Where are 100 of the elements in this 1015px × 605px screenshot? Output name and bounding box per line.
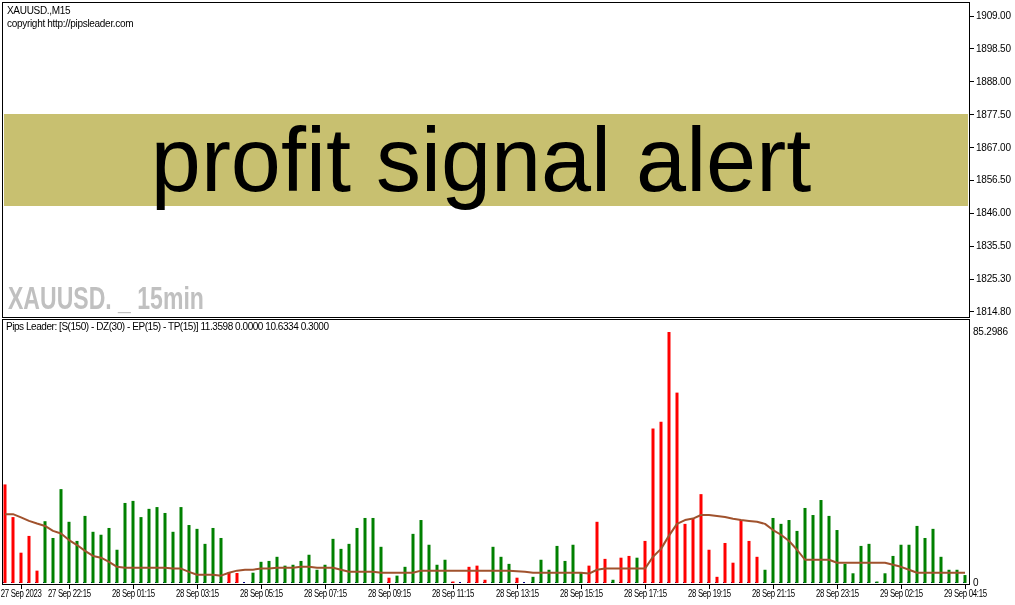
histogram-bar [195, 528, 199, 583]
histogram-bar [923, 538, 927, 583]
time-label: 28 Sep 23:15 [815, 588, 859, 600]
histogram-bar [403, 566, 407, 583]
histogram-bar [51, 538, 55, 583]
histogram-bar [323, 564, 327, 583]
histogram-bar [347, 543, 351, 583]
histogram-bar [171, 531, 175, 583]
histogram-bar [619, 557, 623, 583]
histogram-bar [99, 534, 103, 583]
histogram-bar [11, 517, 15, 583]
histogram-bar [899, 544, 903, 583]
histogram-bar [395, 575, 399, 583]
axis-value: 85.2986 [973, 327, 1008, 337]
histogram-bar [691, 518, 695, 583]
histogram-bar [27, 535, 31, 583]
histogram-bar [363, 517, 367, 583]
histogram-bar [715, 576, 719, 583]
histogram-bar [915, 525, 919, 583]
histogram-bar [683, 523, 687, 583]
histogram-bar [379, 546, 383, 583]
histogram-bar [531, 576, 535, 583]
histogram-bar [931, 528, 935, 583]
histogram-bar [507, 563, 511, 583]
histogram-bar [763, 569, 767, 583]
time-label: 28 Sep 05:15 [239, 588, 283, 600]
histogram-bar [539, 559, 543, 583]
histogram-bar [947, 569, 951, 583]
histogram-bar [107, 527, 111, 583]
histogram-bar [67, 521, 71, 583]
chart-caption: XAUUSD. _ 15min [8, 282, 204, 314]
histogram-bar [251, 572, 255, 583]
histogram-bar [211, 527, 215, 583]
time-label: 27 Sep 22:15 [47, 588, 91, 600]
time-label: 28 Sep 13:15 [495, 588, 539, 600]
histogram-bar [299, 560, 303, 583]
histogram-bar [219, 538, 223, 583]
histogram-bar [779, 523, 783, 583]
histogram-bar [115, 549, 119, 583]
histogram-bar [723, 543, 727, 583]
time-label: 28 Sep 07:15 [303, 588, 347, 600]
histogram-bar [883, 573, 887, 583]
banner-text: profit signal alert [150, 110, 812, 211]
histogram-bar [827, 515, 831, 583]
histogram-bar [643, 540, 647, 583]
histogram-bar [755, 556, 759, 583]
histogram-bar [35, 570, 39, 583]
histogram-bar [267, 560, 271, 583]
histogram-bar [19, 552, 23, 583]
histogram-bar [515, 577, 519, 583]
histogram-bar [707, 549, 711, 583]
chart-symbol: XAUUSD.,M15 [7, 4, 71, 17]
time-label: 28 Sep 19:15 [687, 588, 731, 600]
time-label: 28 Sep 03:15 [175, 588, 219, 600]
histogram-bar [547, 569, 551, 583]
histogram-bar [859, 545, 863, 583]
histogram-bar [491, 546, 495, 583]
histogram-bar [339, 548, 343, 583]
histogram-bar [427, 544, 431, 583]
histogram-bar [315, 569, 319, 583]
histogram-bar [387, 577, 391, 583]
histogram-bar [739, 520, 743, 583]
time-label: 28 Sep 09:15 [367, 588, 411, 600]
time-label: 28 Sep 01:15 [111, 588, 155, 600]
histogram-bar [771, 517, 775, 583]
histogram-bar [43, 521, 47, 583]
histogram-bar [443, 559, 447, 583]
histogram-bar [731, 562, 735, 583]
histogram-bar [835, 530, 839, 583]
histogram-bar [419, 520, 423, 583]
histogram-bar [259, 561, 263, 583]
histogram-bar [811, 515, 815, 583]
histogram-bar [635, 557, 639, 583]
histogram-bar [163, 512, 167, 583]
histogram-bar [139, 517, 143, 583]
histogram-bar [563, 560, 567, 583]
histogram-bar [907, 544, 911, 583]
histogram-bar [307, 554, 311, 583]
histogram-bar [499, 556, 503, 583]
histogram-bar [331, 538, 335, 583]
histogram-bar [291, 564, 295, 583]
histogram-bar [227, 572, 231, 583]
histogram-bar [627, 555, 631, 583]
histogram-bar [83, 515, 87, 583]
histogram-bar [411, 533, 415, 583]
price-label: 1814.80 [970, 305, 1011, 318]
price-label: 1909.00 [970, 10, 1011, 22]
histogram-bar [483, 579, 487, 583]
histogram-bar [475, 565, 479, 583]
histogram-bar [843, 563, 847, 583]
price-label: 1888.00 [970, 75, 1011, 88]
histogram-bar [587, 565, 591, 583]
histogram-bar [579, 572, 583, 583]
price-label: 1898.50 [970, 42, 1011, 55]
histogram-bar [787, 520, 791, 583]
histogram-bar [187, 525, 191, 583]
histogram-bar [603, 558, 607, 583]
time-label: 28 Sep 21:15 [751, 588, 795, 600]
histogram-bar [371, 517, 375, 583]
time-label: 28 Sep 15:15 [559, 588, 603, 600]
